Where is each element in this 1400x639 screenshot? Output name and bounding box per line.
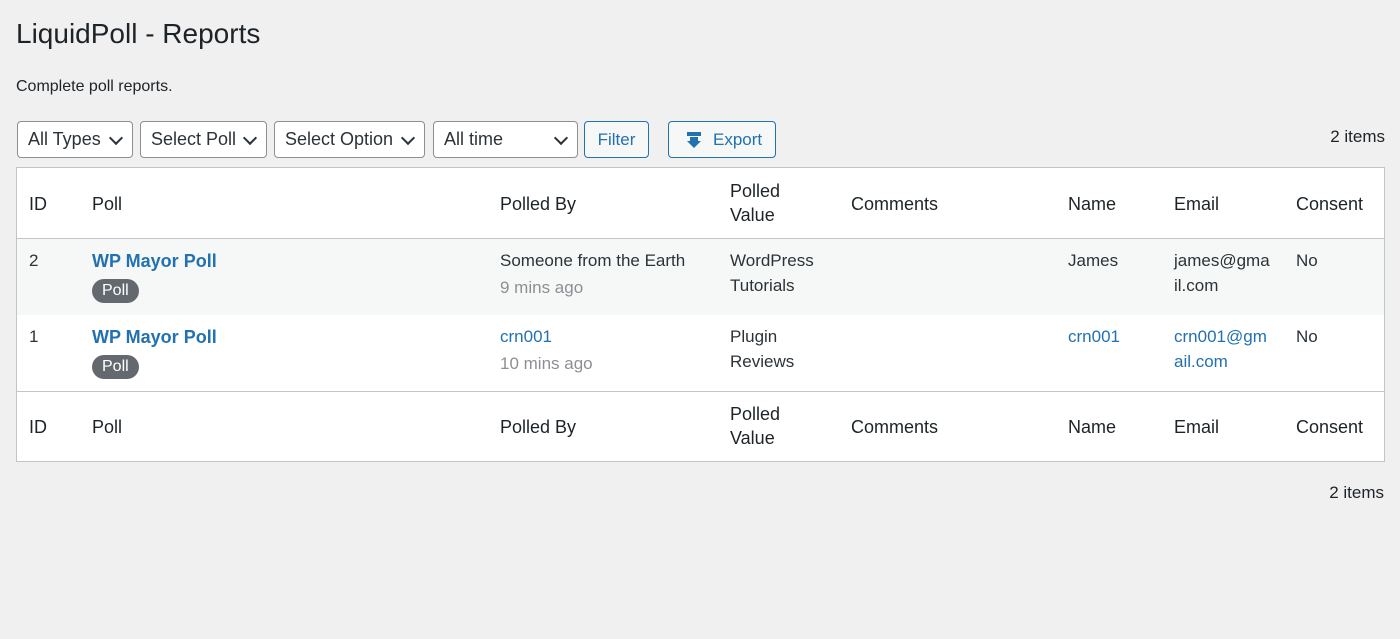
column-comments[interactable]: Comments xyxy=(851,192,938,216)
polled-value-line2: Tutorials xyxy=(730,276,795,295)
polled-time: 9 mins ago xyxy=(500,278,584,297)
polled-value-line2: Reviews xyxy=(730,352,795,371)
column-poll[interactable]: Poll xyxy=(92,192,122,216)
filter-toolbar: All Types Select Poll Select Option All … xyxy=(17,121,1385,158)
chevron-down-icon xyxy=(108,130,124,146)
polled-by-link[interactable]: crn001 xyxy=(500,325,552,349)
email-link-line1[interactable]: crn001@gm xyxy=(1174,325,1267,349)
chevron-down-icon xyxy=(400,130,416,146)
consent: No xyxy=(1296,251,1318,270)
column-polled-by[interactable]: Polled By xyxy=(500,415,576,439)
column-email[interactable]: Email xyxy=(1174,415,1219,439)
polled-by: Someone from the Earth xyxy=(500,251,686,270)
option-select[interactable]: Select Option xyxy=(274,121,425,158)
table-row: 1 WP Mayor Poll Poll crn001 10 mins ago … xyxy=(17,315,1384,391)
time-select[interactable]: All time xyxy=(433,121,578,158)
option-select-value: Select Option xyxy=(285,129,394,149)
poll-type-badge: Poll xyxy=(92,355,139,379)
polled-time: 10 mins ago xyxy=(500,354,593,373)
column-consent[interactable]: Consent xyxy=(1296,415,1363,439)
poll-link[interactable]: WP Mayor Poll xyxy=(92,325,217,349)
column-email[interactable]: Email xyxy=(1174,192,1219,216)
items-count-top: 2 items xyxy=(1330,127,1385,146)
name: James xyxy=(1068,251,1119,270)
type-select[interactable]: All Types xyxy=(17,121,133,158)
page-description: Complete poll reports. xyxy=(16,78,173,95)
email-line1: james@gma xyxy=(1174,251,1270,270)
time-select-value: All time xyxy=(444,129,504,149)
email-line2: il.com xyxy=(1174,276,1219,295)
table-row: 2 WP Mayor Poll Poll Someone from the Ea… xyxy=(17,239,1384,315)
page-title: LiquidPoll - Reports xyxy=(16,18,261,49)
column-polled-by[interactable]: Polled By xyxy=(500,192,576,216)
polled-value-line1: WordPress xyxy=(730,251,814,270)
download-icon xyxy=(687,132,701,148)
column-id[interactable]: ID xyxy=(29,415,47,439)
column-comments[interactable]: Comments xyxy=(851,415,938,439)
export-label: Export xyxy=(713,130,763,149)
export-button[interactable]: Export xyxy=(668,121,776,158)
name-link[interactable]: crn001 xyxy=(1068,325,1120,349)
poll-select[interactable]: Select Poll xyxy=(140,121,267,158)
poll-type-badge: Poll xyxy=(92,279,139,303)
column-consent[interactable]: Consent xyxy=(1296,192,1363,216)
column-name[interactable]: Name xyxy=(1068,415,1116,439)
column-polled-value-line2[interactable]: Value xyxy=(730,203,775,227)
table-header: ID Poll Polled By Polled Value Comments … xyxy=(17,168,1384,239)
chevron-down-icon xyxy=(553,130,569,146)
column-polled-value-line1[interactable]: Polled xyxy=(730,179,780,203)
consent: No xyxy=(1296,327,1318,346)
poll-link[interactable]: WP Mayor Poll xyxy=(92,249,217,273)
column-name[interactable]: Name xyxy=(1068,192,1116,216)
polled-value-line1: Plugin xyxy=(730,327,778,346)
items-count-bottom: 2 items xyxy=(1329,483,1384,502)
poll-select-value: Select Poll xyxy=(151,129,237,149)
column-polled-value-line2[interactable]: Value xyxy=(730,426,775,450)
reports-table: ID Poll Polled By Polled Value Comments … xyxy=(16,167,1385,462)
filter-button[interactable]: Filter xyxy=(584,121,649,158)
row-id: 1 xyxy=(29,327,39,346)
chevron-down-icon xyxy=(242,130,258,146)
email-link-line2[interactable]: ail.com xyxy=(1174,350,1228,374)
column-poll[interactable]: Poll xyxy=(92,415,122,439)
row-id: 2 xyxy=(29,251,39,270)
column-id[interactable]: ID xyxy=(29,192,47,216)
table-footer: ID Poll Polled By Polled Value Comments … xyxy=(17,391,1384,461)
column-polled-value-line1[interactable]: Polled xyxy=(730,402,780,426)
reports-page: LiquidPoll - Reports Complete poll repor… xyxy=(0,0,1400,639)
type-select-value: All Types xyxy=(28,129,101,149)
